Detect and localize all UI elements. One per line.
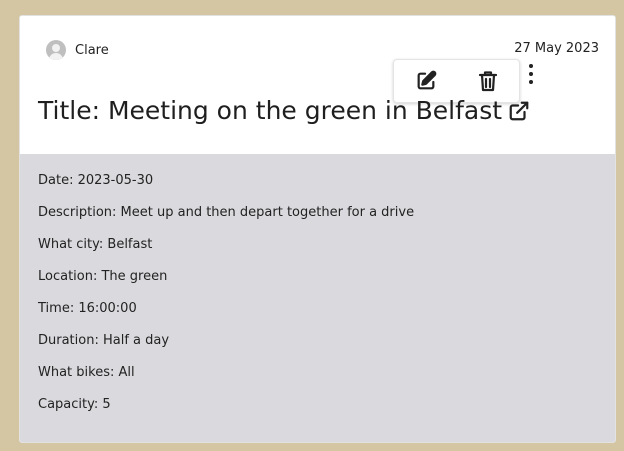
- author[interactable]: Clare: [46, 40, 109, 60]
- detail-duration: Duration: Half a day: [38, 333, 170, 348]
- detail-date: Date: 2023-05-30: [38, 173, 154, 188]
- detail-description: Description: Meet up and then depart tog…: [38, 205, 415, 220]
- edit-icon: [417, 70, 437, 90]
- detail-city: What city: Belfast: [38, 237, 153, 252]
- detail-location: Location: The green: [38, 269, 168, 284]
- external-link-icon[interactable]: [508, 100, 530, 122]
- event-card: Clare 27 May 2023 Title: Meeting on the …: [19, 15, 616, 443]
- detail-bikes: What bikes: All: [38, 365, 135, 380]
- detail-capacity: Capacity: 5: [38, 397, 111, 412]
- edit-button[interactable]: [415, 70, 437, 92]
- event-title: Title: Meeting on the green in Belfast: [38, 96, 503, 125]
- trash-icon: [478, 71, 498, 92]
- card-header: Clare 27 May 2023 Title: Meeting on the …: [20, 16, 615, 154]
- delete-button[interactable]: [477, 70, 499, 92]
- event-details: Date: 2023-05-30 Description: Meet up an…: [20, 154, 615, 442]
- event-title-row: Title: Meeting on the green in Belfast: [38, 96, 530, 125]
- author-name[interactable]: Clare: [75, 43, 109, 58]
- more-vertical-icon[interactable]: [528, 64, 534, 84]
- detail-time: Time: 16:00:00: [38, 301, 137, 316]
- user-avatar-icon: [46, 40, 66, 60]
- post-date: 27 May 2023: [514, 41, 599, 56]
